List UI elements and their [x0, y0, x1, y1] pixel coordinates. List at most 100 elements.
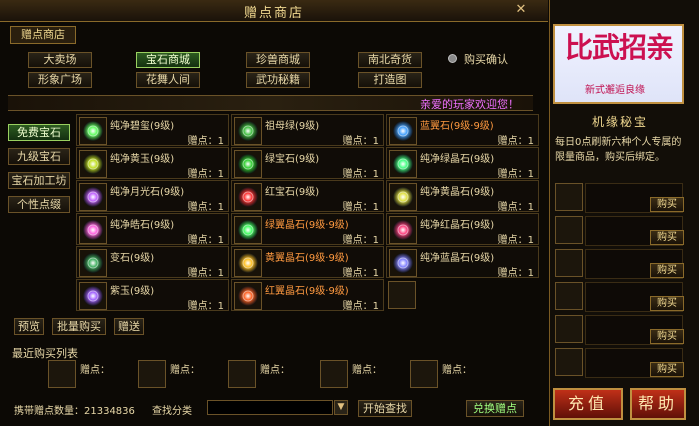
- search-input[interactable]: [207, 400, 333, 415]
- shop-item[interactable]: 纯净碧玺(9级) 赠点：1: [76, 114, 229, 147]
- close-icon[interactable]: ✕: [512, 2, 530, 18]
- shop-item[interactable]: 纯净皓石(9级) 赠点：1: [76, 213, 229, 246]
- chevron-down-icon[interactable]: ▼: [334, 400, 348, 415]
- search-button[interactable]: 开始查找: [358, 400, 412, 417]
- item-name: 纯净黄玉(9级): [110, 154, 175, 165]
- gift-button[interactable]: 赠送: [114, 318, 144, 335]
- shop-item[interactable]: 绿宝石(9级) 赠点：1: [231, 147, 384, 180]
- item-price: 赠点：1: [187, 268, 224, 279]
- mystery-item-slot[interactable]: [555, 249, 583, 277]
- side-menu-gem-workshop[interactable]: 宝石加工坊: [8, 172, 70, 189]
- window-title: 赠点商店: [243, 6, 304, 21]
- recent-slot[interactable]: [48, 360, 76, 388]
- mystery-item-slot[interactable]: [555, 348, 583, 376]
- recent-slot[interactable]: [320, 360, 348, 388]
- category-button[interactable]: 形象广场: [28, 72, 92, 88]
- item-price: 赠点：1: [497, 136, 534, 147]
- gem-green-crystal-icon[interactable]: [389, 150, 417, 178]
- help-button[interactable]: 帮助: [630, 388, 686, 420]
- event-ad-banner[interactable]: 比武招亲 新式邂逅良缘: [553, 24, 684, 104]
- item-price: 赠点：1: [342, 169, 379, 180]
- recent-price: 赠点：: [442, 365, 472, 376]
- gem-green-ring-icon[interactable]: [79, 117, 107, 145]
- gem-green-vine-icon[interactable]: [234, 150, 262, 178]
- side-menu-decorations[interactable]: 个性点缀: [8, 196, 70, 213]
- mystery-buy-button[interactable]: 购买: [650, 197, 684, 212]
- mystery-buy-button[interactable]: 购买: [650, 329, 684, 344]
- welcome-text: 亲爱的玩家欢迎您！: [420, 98, 519, 111]
- category-button[interactable]: 珍兽商城: [246, 52, 310, 68]
- tab-gift-shop[interactable]: 赠点商店: [10, 26, 76, 44]
- category-button[interactable]: 南北奇货: [358, 52, 422, 68]
- mystery-item-slot[interactable]: [555, 216, 583, 244]
- recent-slot[interactable]: [228, 360, 256, 388]
- item-price: 赠点：1: [497, 169, 534, 180]
- mystery-item-slot[interactable]: [555, 315, 583, 343]
- shop-item[interactable]: 纯净绿晶石(9级) 赠点：1: [386, 147, 539, 180]
- gem-red-crystal-icon[interactable]: [389, 216, 417, 244]
- recent-slot[interactable]: [138, 360, 166, 388]
- shop-item[interactable]: 变石(9级) 赠点：1: [76, 246, 229, 279]
- shop-item[interactable]: 纯净月光石(9级) 赠点：1: [76, 180, 229, 213]
- mystery-buy-button[interactable]: 购买: [650, 230, 684, 245]
- category-button[interactable]: 武功秘籍: [246, 72, 310, 88]
- item-name: 纯净蓝晶石(9级): [420, 253, 495, 264]
- mystery-buy-button[interactable]: 购买: [650, 263, 684, 278]
- confirm-radio[interactable]: [448, 54, 457, 63]
- category-button[interactable]: 大卖场: [28, 52, 92, 68]
- shop-item[interactable]: 纯净红晶石(9级) 赠点：1: [386, 213, 539, 246]
- gem-red-wing-icon[interactable]: [234, 282, 262, 310]
- gem-green-stone-icon[interactable]: [79, 249, 107, 277]
- item-name: 纯净月光石(9级): [110, 187, 185, 198]
- item-price: 赠点：1: [497, 235, 534, 246]
- gem-purple-jade-icon[interactable]: [79, 282, 107, 310]
- gem-blue-purple-icon[interactable]: [389, 249, 417, 277]
- mystery-buy-button[interactable]: 购买: [650, 362, 684, 377]
- recharge-button[interactable]: 充值: [553, 388, 623, 420]
- mystery-item-slot[interactable]: [555, 282, 583, 310]
- category-button-active[interactable]: 宝石商城: [136, 52, 200, 68]
- bulk-buy-button[interactable]: 批量购买: [52, 318, 106, 335]
- shop-item[interactable]: 纯净黄晶石(9级) 赠点：1: [386, 180, 539, 213]
- item-name: 紫玉(9级): [110, 286, 155, 297]
- item-price: 赠点：1: [342, 301, 379, 312]
- gem-pink-diamond-icon[interactable]: [79, 216, 107, 244]
- mystery-description: 每日0点刷新六种个人专属的限量商品，购买后绑定。: [555, 137, 682, 163]
- exchange-points-button[interactable]: 兑换赠点: [466, 400, 524, 417]
- item-name: 纯净黄晶石(9级): [420, 187, 495, 198]
- mystery-title: 机缘秘宝: [591, 115, 648, 129]
- shop-item[interactable]: 绿翼晶石(9级·9级) 赠点：1: [231, 213, 384, 246]
- gem-yellow-wing-icon[interactable]: [234, 249, 262, 277]
- side-menu-free-gems[interactable]: 免费宝石: [8, 124, 70, 141]
- shop-item[interactable]: 紫玉(9级) 赠点：1: [76, 279, 229, 312]
- shop-item[interactable]: 黄翼晶石(9级·9级) 赠点：1: [231, 246, 384, 279]
- shop-item[interactable]: 红宝石(9级) 赠点：1: [231, 180, 384, 213]
- mystery-item-slot[interactable]: [555, 183, 583, 211]
- item-price: 赠点：1: [187, 202, 224, 213]
- shop-item[interactable]: 祖母绿(9级) 赠点：1: [231, 114, 384, 147]
- shop-item[interactable]: 蓝翼石(9级·9级) 赠点：1: [386, 114, 539, 147]
- item-price: 赠点：1: [342, 202, 379, 213]
- shop-item[interactable]: 红翼晶石(9级·9级) 赠点：1: [231, 279, 384, 312]
- item-name: 红宝石(9级): [265, 187, 320, 198]
- gem-yellow-ring-icon[interactable]: [79, 150, 107, 178]
- side-menu-level9-gems[interactable]: 九级宝石: [8, 148, 70, 165]
- recent-slot[interactable]: [410, 360, 438, 388]
- recent-purchases-title: 最近购买列表: [12, 347, 78, 360]
- item-price: 赠点：1: [342, 136, 379, 147]
- gem-yellow-crystal-icon[interactable]: [389, 183, 417, 211]
- gem-red-ruby-icon[interactable]: [234, 183, 262, 211]
- gem-green-bracelet-icon[interactable]: [234, 117, 262, 145]
- item-name: 纯净绿晶石(9级): [420, 154, 495, 165]
- category-button[interactable]: 打造图: [358, 72, 422, 88]
- preview-button[interactable]: 预览: [14, 318, 44, 335]
- mystery-buy-button[interactable]: 购买: [650, 296, 684, 311]
- item-price: 赠点：1: [187, 235, 224, 246]
- gem-blue-crystal-icon[interactable]: [389, 117, 417, 145]
- gem-purple-moon-icon[interactable]: [79, 183, 107, 211]
- category-button[interactable]: 花舞人间: [136, 72, 200, 88]
- shop-item[interactable]: 纯净蓝晶石(9级) 赠点：1: [386, 246, 539, 279]
- gem-green-wing-icon[interactable]: [234, 216, 262, 244]
- item-name: 绿宝石(9级): [265, 154, 320, 165]
- shop-item[interactable]: 纯净黄玉(9级) 赠点：1: [76, 147, 229, 180]
